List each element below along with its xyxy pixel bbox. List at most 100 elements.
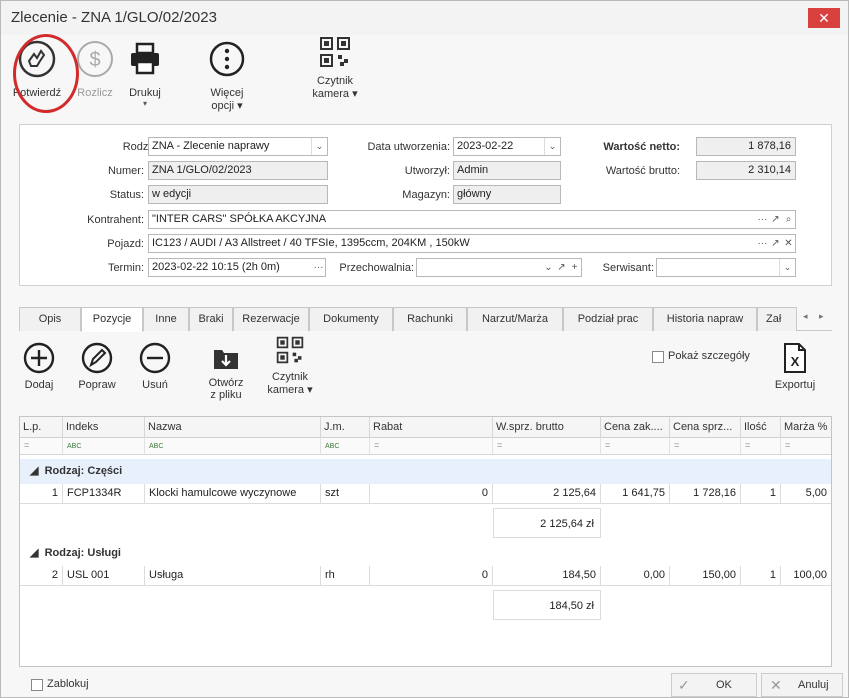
more-icon[interactable]: ··· [312,259,325,276]
tab-inne[interactable]: Inne [143,307,189,331]
status-field: w edycji [148,185,328,204]
plus-icon [23,342,55,374]
col-indeks[interactable]: Indeks [63,417,145,438]
reader-label-2: kamera ▾ [312,88,358,100]
magazyn-label: Magazyn: [402,189,450,201]
col-wsprz-brutto[interactable]: W.sprz. brutto [493,417,601,438]
lock-checkbox[interactable] [31,679,43,691]
ok-button[interactable]: ✓ OK [671,673,757,697]
przechowalnia-label: Przechowalnia: [339,262,414,274]
cell-jm: rh [321,566,370,586]
more-options-button[interactable]: Więcej opcji ▾ [197,39,257,112]
tab-opis[interactable]: Opis [19,307,81,331]
tab-pozycje[interactable]: Pozycje [81,307,143,332]
tab-zalaczniki[interactable]: Zał [757,307,797,331]
pojazd-label: Pojazd: [107,238,144,250]
serwisant-select[interactable]: ⌄ [656,258,796,277]
cancel-button[interactable]: ✕ Anuluj [761,673,843,697]
filter-nazwa[interactable]: ABC [145,438,321,454]
items-camera-reader-button[interactable]: Czytnik kamera ▾ [259,335,321,396]
cell-marza: 100,00 [781,566,831,586]
camera-reader-button[interactable]: Czytnik kamera ▾ [303,35,367,100]
tab-podzial-prac[interactable]: Podział prac [563,307,653,331]
print-label: Drukuj [129,87,161,99]
grid-header: L.p. Indeks Nazwa J.m. Rabat W.sprz. bru… [20,417,831,438]
col-jm[interactable]: J.m. [321,417,370,438]
filter-rabat[interactable]: = [370,438,493,454]
rodzaj-select[interactable]: ZNA - Zlecenie naprawy ⌄ [148,137,328,156]
pojazd-field[interactable]: IC123 / AUDI / A3 Allstreet / 40 TFSIe, … [148,234,796,253]
show-details-checkbox[interactable] [652,351,664,363]
filter-jm[interactable]: ABC [321,438,370,454]
magazyn-field: główny [453,185,561,204]
col-ilosc[interactable]: Ilość [741,417,781,438]
filter-marza[interactable]: = [781,438,831,454]
col-rabat[interactable]: Rabat [370,417,493,438]
highlight-circle [13,34,79,113]
filter-cena-sprz[interactable]: = [670,438,741,454]
lock-label: Zablokuj [47,678,89,690]
chevron-down-icon: ⌄ [779,259,795,276]
tab-braki[interactable]: Braki [189,307,233,331]
printer-icon [131,42,159,75]
qr-code-icon [320,37,350,67]
tab-scroll-right-icon[interactable]: ▸ [819,311,824,322]
tab-narzut-marza[interactable]: Narzut/Marża [467,307,563,331]
close-button[interactable]: ✕ [808,8,840,28]
edit-label: Popraw [78,379,116,391]
open-from-file-button[interactable]: Otwórz z pliku [201,342,251,401]
field-buttons[interactable]: ··· ↗ ⌕ [756,211,795,228]
filter-indeks[interactable]: ABC [63,438,145,454]
cell-marza: 5,00 [781,484,831,504]
filter-ilosc[interactable]: = [741,438,781,454]
more-label-1: Więcej [210,87,244,99]
check-icon: ✓ [678,677,690,693]
przechowalnia-select[interactable]: ⌄ ↗ + [416,258,582,277]
tab-historia-napraw[interactable]: Historia napraw [653,307,757,331]
col-lp[interactable]: L.p. [20,417,63,438]
group-row[interactable]: ◢ Rodzaj: Części [20,459,831,484]
tabs-bar: Opis Pozycje Inne Braki Rezerwacje Dokum… [19,307,832,332]
cell-cena-zak: 1 641,75 [601,484,670,504]
group-row[interactable]: ◢ Rodzaj: Usługi [20,541,831,566]
rodzaj-label: Rodzaj: [122,141,160,153]
tab-dokumenty[interactable]: Dokumenty [309,307,393,331]
chevron-down-icon: ⌄ [544,138,560,155]
excel-export-icon: X [784,343,806,373]
remove-label: Usuń [142,379,168,391]
edit-button[interactable]: Popraw [75,342,119,391]
numer-label: Numer: [107,165,144,177]
col-marza[interactable]: Marża % [781,417,831,438]
termin-field[interactable]: 2023-02-22 10:15 (2h 0m) ··· [148,258,326,277]
group-sum: 2 125,64 zł [493,508,601,538]
wartosc-netto-field: 1 878,16 [696,137,796,156]
tab-rachunki[interactable]: Rachunki [393,307,467,331]
settle-button[interactable]: $ Rozlicz [73,39,117,99]
col-nazwa[interactable]: Nazwa [145,417,321,438]
termin-label: Termin: [107,262,144,274]
utworzyl-label: Utworzył: [404,165,450,177]
remove-button[interactable]: Usuń [137,342,173,391]
add-button[interactable]: Dodaj [21,342,57,391]
show-details-label: Pokaż szczegóły [668,350,750,362]
title-bar: Zlecenie - ZNA 1/GLO/02/2023 ✕ [1,1,848,35]
cell-nazwa: Usługa [145,566,321,586]
cell-ilosc: 1 [741,566,781,586]
filter-lp[interactable]: = [20,438,63,454]
footer-bar: Zablokuj ✓ OK ✕ Anuluj [1,673,848,698]
data-utworzenia-field[interactable]: 2023-02-22 ⌄ [453,137,561,156]
tab-scroll-left-icon[interactable]: ◂ [803,311,808,322]
filter-cena-zak[interactable]: = [601,438,670,454]
tab-rezerwacje[interactable]: Rezerwacje [233,307,309,331]
kontrahent-field[interactable]: "INTER CARS" SPÓŁKA AKCYJNA ··· ↗ ⌕ [148,210,796,229]
export-button[interactable]: X Exportuj [769,342,821,391]
filter-wsprz[interactable]: = [493,438,601,454]
utworzyl-field: Admin [453,161,561,180]
cell-rabat: 0 [370,566,493,586]
field-buttons[interactable]: ··· ↗ ✕ [756,235,795,252]
col-cena-sprz[interactable]: Cena sprz... [670,417,741,438]
items-reader-label-1: Czytnik [271,371,309,383]
col-cena-zak[interactable]: Cena zak.... [601,417,670,438]
minus-icon [139,342,171,374]
print-button[interactable]: Drukuj ▾ [123,39,167,108]
